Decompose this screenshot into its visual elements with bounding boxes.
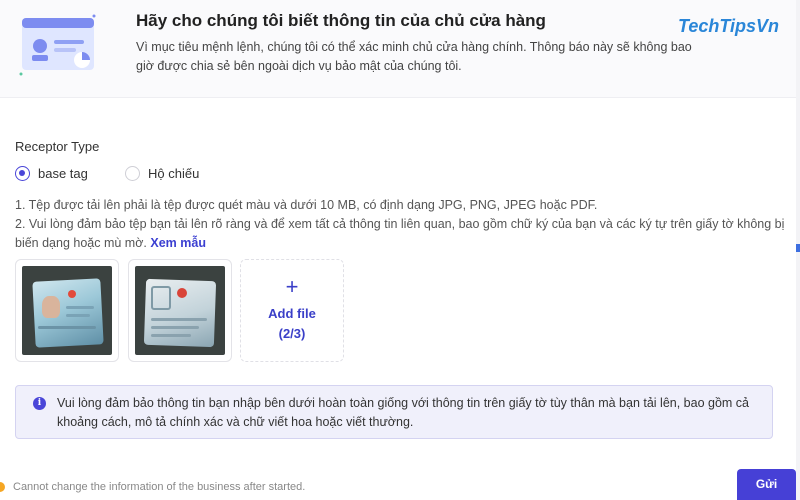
warning-icon (0, 482, 5, 492)
page-title: Hãy cho chúng tôi biết thông tin của chủ… (136, 11, 546, 30)
instruction-line-2-text: 2. Vui lòng đảm bảo tệp bạn tải lên rõ r… (15, 217, 785, 250)
radio-button-unchecked[interactable] (125, 166, 140, 181)
instruction-line-2: 2. Vui lòng đảm bảo tệp bạn tải lên rõ r… (15, 215, 785, 253)
receptor-type-label: Receptor Type (15, 139, 100, 154)
info-icon: i (33, 397, 46, 410)
page-header: Hãy cho chúng tôi biết thông tin của chủ… (0, 0, 800, 98)
view-sample-link[interactable]: Xem mẫu (150, 236, 206, 250)
watermark-logo: TechTipsVn (678, 16, 780, 36)
page-description: Vì mục tiêu mệnh lệnh, chúng tôi có thể … (136, 40, 692, 73)
uploaded-file-thumbnail-2[interactable] (128, 259, 232, 362)
radio-option-base-tag[interactable]: base tag (15, 166, 88, 181)
scrollbar-thumb[interactable] (796, 244, 800, 252)
radio-label-base-tag: base tag (38, 166, 88, 181)
radio-label-passport: Hộ chiếu (148, 166, 200, 181)
file-count: (2/3) (278, 326, 306, 341)
upload-instructions: 1. Tệp được tải lên phải là tệp được qué… (15, 196, 785, 253)
add-file-button[interactable]: + Add file (2/3) (240, 259, 344, 362)
info-notice-text: Vui lòng đảm bảo thông tin bạn nhập bên … (57, 396, 749, 429)
warning-text: Cannot change the information of the bus… (13, 481, 306, 493)
submit-button[interactable]: Gửi (737, 469, 796, 500)
info-notice: i Vui lòng đảm bảo thông tin bạn nhập bê… (15, 385, 773, 439)
id-card-front-image (22, 266, 112, 355)
add-file-label: Add file (268, 306, 316, 321)
radio-option-passport[interactable]: Hộ chiếu (125, 166, 199, 181)
plus-icon: + (285, 274, 299, 299)
id-card-back-image (135, 266, 225, 355)
uploaded-file-thumbnail-1[interactable] (15, 259, 119, 362)
radio-button-checked[interactable] (15, 166, 30, 181)
id-card-illustration-icon (19, 14, 96, 76)
instruction-line-1: 1. Tệp được tải lên phải là tệp được qué… (15, 198, 598, 212)
